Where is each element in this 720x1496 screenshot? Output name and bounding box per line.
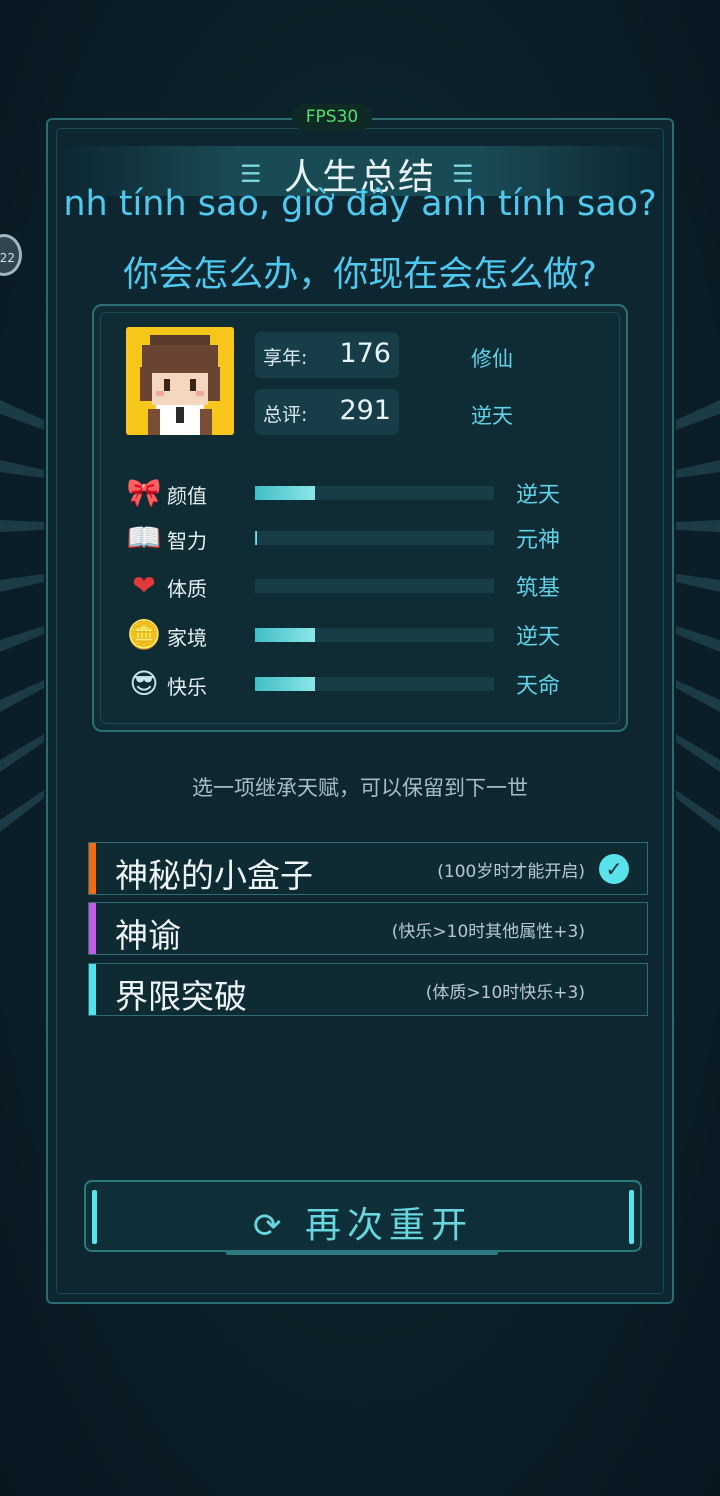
stat-total-score: 总评: 291 [255, 389, 399, 435]
refresh-icon: ⟳ [253, 1206, 288, 1246]
check-icon: ✓ [599, 854, 629, 884]
attribute-bar [255, 628, 494, 642]
restart-label-wrap: ⟳ 再次重开 [86, 1196, 640, 1248]
fps-counter: FPS30 [292, 104, 372, 130]
stat-age-value: 176 [339, 338, 391, 369]
attribute-name: 智力 [167, 529, 207, 553]
stat-total-value: 291 [339, 395, 391, 426]
avatar [126, 327, 234, 435]
talent-description: (体质>10时快乐+3) [425, 983, 585, 1003]
talent-description: (100岁时才能开启) [437, 862, 585, 882]
stat-age: 享年: 176 [255, 332, 399, 378]
talent-color-bar [89, 903, 96, 954]
attribute-row-constitution: ❤ 体质 筑基 [126, 568, 586, 604]
attribute-bar [255, 579, 494, 593]
attribute-grade: 逆天 [516, 625, 561, 650]
bow-icon: 🎀 [126, 476, 162, 509]
attribute-name: 颜值 [167, 484, 207, 508]
stat-age-grade: 修仙 [471, 347, 513, 371]
sunglasses-face-icon: 😎 [129, 667, 159, 700]
coin-icon: 🪙 [126, 618, 162, 651]
attribute-grade: 元神 [516, 528, 561, 553]
attribute-row-happiness: 😎 快乐 天命 [126, 666, 586, 702]
attribute-row-family: 🪙 家境 逆天 [126, 617, 586, 653]
talent-name: 界限突破 [115, 977, 247, 1016]
talent-option-mystery-box[interactable]: 神秘的小盒子 (100岁时才能开启) ✓ [88, 842, 648, 895]
talent-option-oracle[interactable]: 神谕 (快乐>10时其他属性+3) [88, 902, 648, 955]
talent-color-bar [89, 964, 96, 1015]
subtitle-line-1: nh tính sao, giờ đây anh tính sao? [63, 184, 657, 224]
attribute-name: 快乐 [167, 675, 207, 699]
attribute-name: 体质 [167, 577, 207, 601]
talent-description: (快乐>10时其他属性+3) [391, 922, 585, 942]
talent-color-bar [89, 843, 96, 894]
talent-name: 神秘的小盒子 [115, 856, 313, 895]
attribute-row-appearance: 🎀 颜值 逆天 [126, 475, 586, 511]
attribute-grade: 逆天 [516, 483, 561, 508]
pixel-character-icon [126, 327, 234, 435]
restart-underline [226, 1250, 498, 1255]
stat-total-grade: 逆天 [471, 404, 513, 428]
attribute-bar [255, 486, 494, 500]
inherit-hint: 选一项继承天赋，可以保留到下一世 [192, 776, 528, 800]
stat-total-label: 总评: [263, 404, 308, 426]
attribute-row-intelligence: 📖 智力 元神 [126, 520, 586, 556]
attribute-name: 家境 [167, 626, 207, 650]
talent-name: 神谕 [115, 916, 181, 955]
subtitle-line-2: 你会怎么办，你现在会怎么做? [123, 255, 597, 295]
book-icon: 📖 [126, 521, 162, 554]
restart-label: 再次重开 [304, 1205, 473, 1246]
stat-age-label: 享年: [263, 347, 308, 369]
attribute-grade: 天命 [516, 674, 561, 699]
heart-icon: ❤ [132, 569, 156, 602]
restart-button[interactable]: ⟳ 再次重开 [84, 1180, 642, 1252]
attribute-bar [255, 531, 494, 545]
attribute-bar [255, 677, 494, 691]
talent-option-limit-break[interactable]: 界限突破 (体质>10时快乐+3) [88, 963, 648, 1016]
attribute-grade: 筑基 [516, 576, 561, 601]
